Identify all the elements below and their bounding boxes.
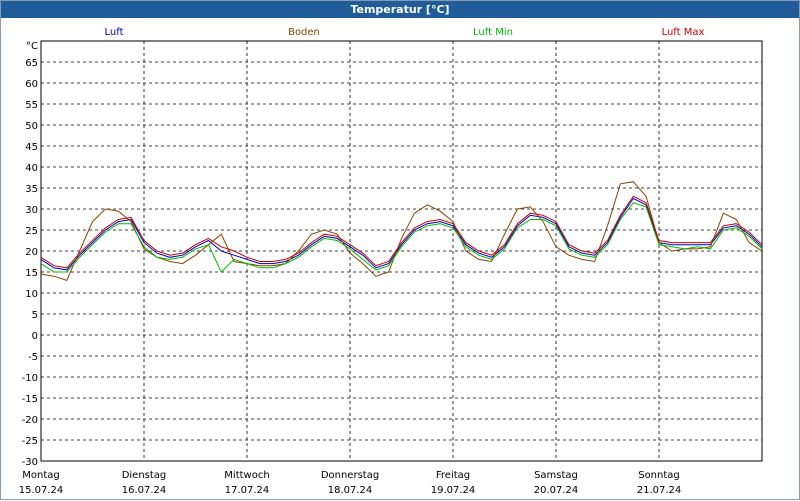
legend-entry: Luft Max xyxy=(662,27,705,38)
y-tick-label: 30 xyxy=(25,205,38,216)
y-tick-label: 20 xyxy=(25,247,38,258)
temperature-chart: 65605550454035302520151050-5-10-15-20-25… xyxy=(19,27,763,496)
x-tick-date: 16.07.24 xyxy=(122,485,167,496)
x-tick-day: Mittwoch xyxy=(224,470,269,481)
x-tick-day: Dienstag xyxy=(122,470,167,481)
y-tick-label: -30 xyxy=(22,457,38,468)
x-tick-date: 18.07.24 xyxy=(328,485,373,496)
y-tick-label: -20 xyxy=(22,415,38,426)
y-tick-label: 10 xyxy=(25,289,38,300)
y-tick-label: 25 xyxy=(25,226,38,237)
x-tick-day: Sonntag xyxy=(638,470,680,481)
y-unit-label: °C xyxy=(26,41,38,52)
x-tick-date: 20.07.24 xyxy=(534,485,579,496)
y-tick-label: -5 xyxy=(28,352,38,363)
x-tick-day: Montag xyxy=(22,470,59,481)
legend-entry: Boden xyxy=(288,27,320,38)
y-tick-label: 5 xyxy=(32,310,38,321)
y-tick-label: 45 xyxy=(25,142,38,153)
x-tick-date: 19.07.24 xyxy=(431,485,476,496)
x-tick-day: Donnerstag xyxy=(321,470,379,481)
legend-entry: Luft Min xyxy=(473,27,513,38)
x-tick-date: 15.07.24 xyxy=(19,485,64,496)
x-tick-day: Samstag xyxy=(534,470,578,481)
y-tick-label: 15 xyxy=(25,268,38,279)
x-tick-day: Freitag xyxy=(436,470,470,481)
y-tick-label: 50 xyxy=(25,121,38,132)
y-tick-label: -25 xyxy=(22,436,38,447)
y-tick-label: 40 xyxy=(25,163,38,174)
y-tick-label: -10 xyxy=(22,373,38,384)
y-tick-label: 60 xyxy=(25,79,38,90)
y-tick-label: 55 xyxy=(25,100,38,111)
x-tick-date: 17.07.24 xyxy=(225,485,270,496)
legend-entry: Luft xyxy=(105,27,124,38)
y-tick-label: 0 xyxy=(32,331,38,342)
y-tick-label: 65 xyxy=(25,58,38,69)
y-tick-label: -15 xyxy=(22,394,38,405)
y-tick-label: 35 xyxy=(25,184,38,195)
chart-window: Temperatur [°C] 65 60 55 50 45 40 35 30 25 20 15 10… xyxy=(0,0,800,500)
x-tick-date: 21.07.24 xyxy=(637,485,682,496)
